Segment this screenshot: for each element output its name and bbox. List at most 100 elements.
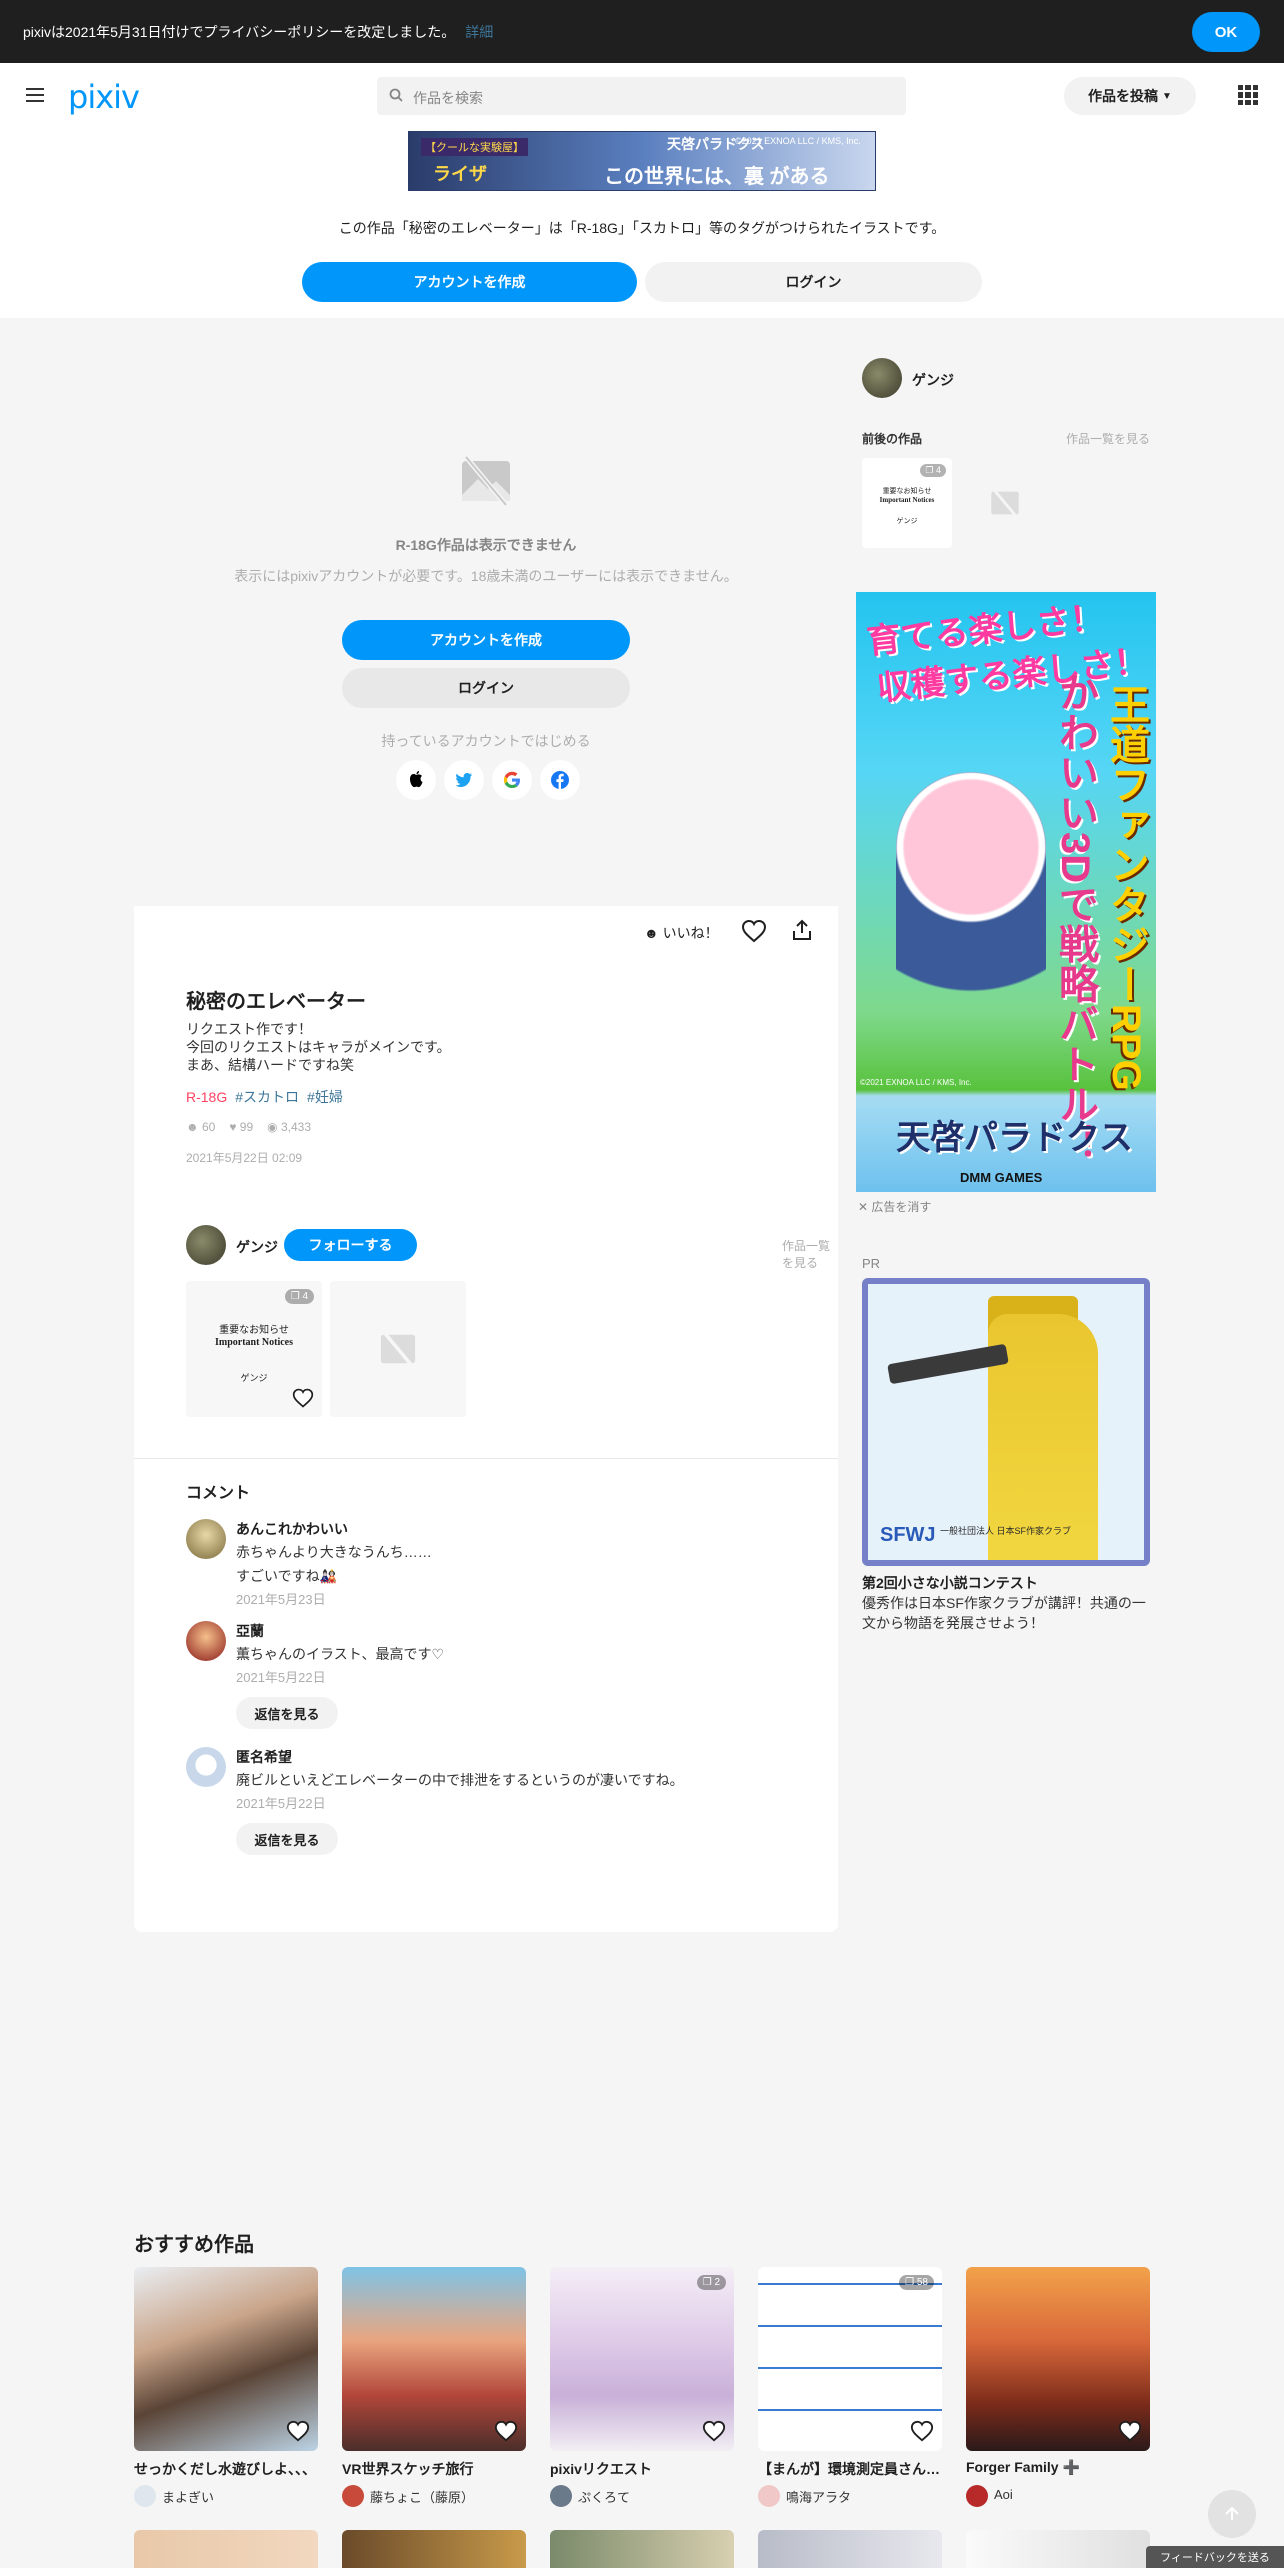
sidebar-ad[interactable]: 育てる楽しさ！ 収穫する楽しさ！ 王道ファンタジーRPG かわいい3Dで戦略バト…: [856, 592, 1156, 1192]
blocked-create-account-button[interactable]: アカウントを作成: [342, 620, 630, 660]
feedback-button[interactable]: フィードバックを送る: [1146, 2546, 1284, 2568]
content-notice: この作品「秘密のエレベーター」は「R-18G」「スカトロ」等のタグがつけられたイ…: [338, 220, 946, 236]
tag-item[interactable]: #妊婦: [307, 1089, 343, 1105]
recommended-user-avatar[interactable]: [550, 2485, 572, 2507]
recommended-thumbnail-next-row[interactable]: [758, 2530, 942, 2568]
author-name[interactable]: ゲンジ: [236, 1237, 278, 1257]
comment-line: 赤ちゃんより大きなうんち……: [236, 1544, 432, 1560]
recommended-thumbnail-next-row[interactable]: [134, 2530, 318, 2568]
create-account-button[interactable]: アカウントを作成: [302, 262, 637, 302]
blocked-login-button[interactable]: ログイン: [342, 668, 630, 708]
hidden-image-icon: [380, 1330, 416, 1368]
recommended-user-name[interactable]: 鳴海アラタ: [786, 2487, 851, 2506]
author-avatar[interactable]: [186, 1225, 226, 1265]
hide-ad-link[interactable]: ✕ 広告を消す: [858, 1198, 931, 1215]
share-icon[interactable]: [790, 918, 814, 942]
comment-line: 廃ビルといえどエレベーターの中で排泄をするというのが凄いですね。: [236, 1772, 684, 1788]
commenter-avatar[interactable]: [186, 1519, 226, 1559]
sidebar-work-thumbnail[interactable]: ❐ 4 重要なお知らせ Important Notices ゲンジ: [862, 458, 952, 548]
recommended-thumbnail[interactable]: ❐ 2: [550, 2267, 734, 2451]
menu-icon[interactable]: [26, 88, 44, 102]
apple-login-button[interactable]: [396, 760, 436, 800]
recommended-user-avatar[interactable]: [134, 2485, 156, 2507]
recommended-thumbnail-next-row[interactable]: [966, 2530, 1150, 2568]
recommended-thumbnail[interactable]: ❐ 58: [758, 2267, 942, 2451]
tag-r18g[interactable]: R-18G: [186, 1089, 227, 1105]
commenter-name[interactable]: 亞蘭: [236, 1621, 264, 1641]
smile-icon: ☻: [644, 925, 663, 941]
login-button[interactable]: ログイン: [645, 262, 982, 302]
recommended-thumbnail-next-row[interactable]: [550, 2530, 734, 2568]
commenter-avatar[interactable]: [186, 1747, 226, 1787]
view-replies-button[interactable]: 返信を見る: [236, 1823, 338, 1855]
author-work-thumbnail[interactable]: ❐ 4 重要なお知らせ Important Notices ゲンジ: [186, 1281, 322, 1417]
recommended-user-avatar[interactable]: [966, 2485, 988, 2507]
privacy-banner: pixivは2021年5月31日付けでプライバシーポリシーを改定しました。 詳細 …: [0, 0, 1284, 63]
sidebar-see-all-link[interactable]: 作品一覧を見る: [1066, 430, 1150, 447]
recommended-user-avatar[interactable]: [342, 2485, 364, 2507]
see-all-works-link[interactable]: 作品一覧を見る: [782, 1237, 838, 1271]
recommended-user-name[interactable]: ぷくろて: [578, 2487, 630, 2506]
bookmark-heart-icon[interactable]: [741, 918, 767, 944]
sidebar-work-thumbnail-hidden[interactable]: [960, 458, 1050, 548]
follow-button[interactable]: フォローする: [284, 1229, 417, 1261]
top-banner-ad[interactable]: 【クールな実験屋】 ライザ 天啓パラドクス ©2021 EXNOA LLC / …: [408, 131, 876, 191]
tag-item[interactable]: #スカトロ: [235, 1089, 299, 1105]
ad-copyright: ©2021 EXNOA LLC / KMS, Inc.: [735, 136, 861, 146]
recommended-card[interactable]: VR世界スケッチ旅行 藤ちょこ（藤原）: [342, 2267, 526, 2507]
pr-image[interactable]: SFWJ 一般社団法人 日本SF作家クラブ: [862, 1278, 1150, 1566]
recommended-card[interactable]: ❐ 2 pixivリクエスト ぷくろて: [550, 2267, 734, 2507]
like-button[interactable]: ☻ いいね！: [644, 923, 719, 943]
sidebar-author-name[interactable]: ゲンジ: [912, 370, 954, 390]
artwork-card: R-18G作品は表示できません 表示にはpixivアカウントが必要です。18歳未…: [134, 341, 838, 1932]
commenter-name[interactable]: あんこれかわいい: [236, 1519, 348, 1539]
bookmark-heart-icon[interactable]: [292, 1387, 314, 1409]
recommended-user-avatar[interactable]: [758, 2485, 780, 2507]
page-count-badge: ❐ 4: [284, 1289, 314, 1304]
recommended-thumbnail[interactable]: [134, 2267, 318, 2451]
bookmark-heart-icon[interactable]: [1118, 2419, 1142, 2443]
view-replies-button[interactable]: 返信を見る: [236, 1697, 338, 1729]
sidebar-author[interactable]: ゲンジ: [862, 358, 1062, 398]
pr-title[interactable]: 第2回小さな小説コンテスト: [862, 1573, 1038, 1593]
recommended-card[interactable]: ❐ 58 【まんが】環境測定員さん… 鳴海アラタ: [758, 2267, 942, 2507]
bookmark-heart-icon[interactable]: [494, 2419, 518, 2443]
recommended-card[interactable]: せっかくだし水遊びしよ、、、 まよぎい: [134, 2267, 318, 2507]
recommended-title[interactable]: 【まんが】環境測定員さん…: [758, 2459, 942, 2479]
commenter-avatar[interactable]: [186, 1621, 226, 1661]
twitter-login-button[interactable]: [444, 760, 484, 800]
post-work-button[interactable]: 作品を投稿 ▼: [1064, 77, 1196, 115]
page-count-badge: ❐ 2: [696, 2275, 726, 2290]
recommended-thumbnail-next-row[interactable]: [342, 2530, 526, 2568]
recommended-user-name[interactable]: Aoi: [994, 2487, 1013, 2502]
recommended-user-name[interactable]: 藤ちょこ（藤原）: [370, 2487, 474, 2506]
recommended-thumbnail[interactable]: [966, 2267, 1150, 2451]
privacy-details-link[interactable]: 詳細: [465, 24, 493, 40]
search-input[interactable]: 作品を検索: [377, 77, 906, 115]
privacy-ok-button[interactable]: OK: [1192, 12, 1260, 52]
google-login-button[interactable]: [492, 760, 532, 800]
chevron-down-icon: ▼: [1162, 90, 1172, 102]
author-work-thumbnail-hidden[interactable]: [330, 1281, 466, 1417]
sidebar-author-avatar[interactable]: [862, 358, 902, 398]
thumb-text: 重要なお知らせ: [219, 1325, 289, 1336]
bookmark-heart-icon[interactable]: [702, 2419, 726, 2443]
recommended-title[interactable]: pixivリクエスト: [550, 2459, 734, 2479]
recommended-thumbnail[interactable]: [342, 2267, 526, 2451]
description-line: 今回のリクエストはキャラがメインです。: [186, 1039, 451, 1055]
recommended-heading: おすすめ作品: [134, 2234, 254, 2256]
blocked-title: R-18G作品は表示できません: [395, 537, 577, 553]
pr-logo: SFWJ: [880, 1524, 936, 1546]
facebook-login-button[interactable]: [540, 760, 580, 800]
recommended-title[interactable]: Forger Family ➕: [966, 2459, 1150, 2476]
recommended-title[interactable]: VR世界スケッチ旅行: [342, 2459, 526, 2479]
bookmark-heart-icon[interactable]: [910, 2419, 934, 2443]
pixiv-logo[interactable]: pixiv: [68, 78, 140, 116]
recommended-card[interactable]: Forger Family ➕ Aoi: [966, 2267, 1150, 2507]
recommended-title[interactable]: せっかくだし水遊びしよ、、、: [134, 2459, 318, 2479]
apps-grid-icon[interactable]: [1238, 85, 1258, 105]
commenter-name[interactable]: 匿名希望: [236, 1747, 292, 1767]
scroll-to-top-button[interactable]: [1208, 2490, 1256, 2538]
bookmark-heart-icon[interactable]: [286, 2419, 310, 2443]
recommended-user-name[interactable]: まよぎい: [162, 2487, 214, 2506]
